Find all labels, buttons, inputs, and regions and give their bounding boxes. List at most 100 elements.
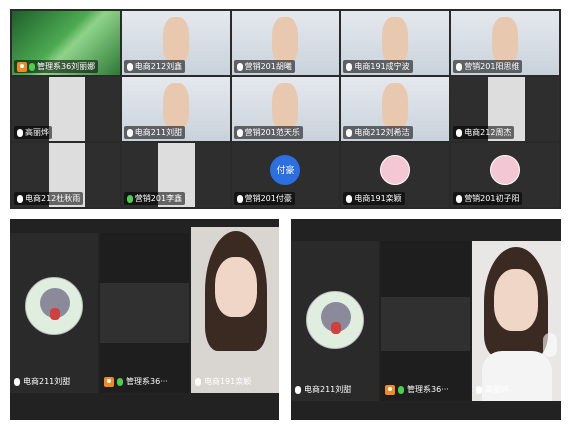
participant-label: 电商212周杰: [453, 126, 515, 139]
participant-label: 高丽烨: [14, 126, 52, 139]
video-top: [100, 233, 189, 283]
avatar: [25, 277, 83, 335]
participant-tile[interactable]: 营销201李鑫: [121, 143, 230, 207]
right-meeting-panel: 电商211刘甜 管理系36··· 高丽烨: [291, 219, 561, 420]
participant-tile[interactable]: 高丽烨: [472, 241, 561, 401]
mic-icon: [17, 128, 23, 137]
participant-tile[interactable]: 电商191成宁波: [341, 11, 450, 75]
participant-tile[interactable]: 电商211刘甜: [121, 77, 230, 141]
participant-name: 电商191栾颖: [354, 194, 402, 203]
mic-icon: [346, 128, 353, 137]
participant-name: 营销201胡曦: [244, 62, 292, 71]
side-menu-handle[interactable]: [543, 333, 557, 357]
participant-label: 电商211刘甜: [123, 126, 186, 139]
participant-name: 电商212刘鑫: [134, 62, 183, 71]
participant-tile[interactable]: 营销201胡曦: [231, 11, 340, 75]
participant-label: 营销201胡曦: [233, 60, 295, 73]
participant-tile[interactable]: 电商211刘甜: [10, 233, 98, 393]
participant-name: 高丽烨: [25, 128, 49, 137]
mic-icon: [456, 128, 463, 137]
participant-name: 管理系36···: [407, 385, 449, 394]
participant-tile[interactable]: 电商212杜秋雨: [12, 143, 120, 207]
participant-name: 营销201初子阳: [464, 194, 520, 203]
participant-tile[interactable]: 营销201初子阳: [451, 143, 559, 207]
participant-name: 电商212刘希洁: [354, 128, 410, 137]
avatar: [306, 291, 364, 349]
participant-name: 电商211刘甜: [304, 385, 352, 394]
participant-label: 营销201范天乐: [233, 126, 303, 139]
participant-tile[interactable]: 管理系36···: [100, 233, 189, 393]
mic-icon: [126, 194, 133, 203]
mic-icon: [346, 194, 353, 203]
participant-label: 营销201李鑫: [123, 192, 186, 205]
mic-icon: [195, 377, 201, 386]
face: [492, 17, 519, 63]
face: [162, 17, 189, 63]
participant-name: 营销201范天乐: [244, 128, 300, 137]
mic-icon: [17, 194, 23, 203]
left-meeting-panel: 电商211刘甜 管理系36··· 电商191栾颖: [10, 219, 279, 420]
mic-icon: [398, 385, 404, 394]
mic-icon: [117, 377, 123, 386]
participant-name: 高丽烨: [485, 385, 509, 394]
avatar: 付豪: [270, 154, 301, 185]
participant-label: 电商212刘希洁: [343, 126, 413, 139]
face: [215, 257, 257, 317]
participant-label: 高丽烨: [476, 384, 509, 395]
mic-icon: [236, 194, 243, 203]
host-badge-icon: [385, 384, 395, 395]
avatar: [490, 154, 521, 185]
host-badge-icon: [104, 376, 114, 387]
participant-tile[interactable]: 管理系36刘丽娜: [12, 11, 120, 75]
participant-tile[interactable]: 电商191栾颖: [341, 143, 450, 207]
participant-tile[interactable]: 付豪营销201付豪: [231, 143, 340, 207]
participant-tile[interactable]: 电商212刘鑫: [121, 11, 230, 75]
participant-label: 管理系36···: [385, 384, 449, 395]
mic-icon: [295, 385, 301, 394]
participant-tile[interactable]: 高丽烨: [12, 77, 120, 141]
participant-name: 营销201阳思维: [464, 62, 520, 71]
participant-tile[interactable]: 营销201阳思维: [451, 11, 559, 75]
face: [272, 17, 299, 63]
mic-icon: [456, 62, 463, 71]
host-badge-icon: [17, 61, 27, 72]
participant-label: 电商191栾颖: [343, 192, 405, 205]
mic-icon: [126, 62, 133, 71]
participant-label: 管理系36刘丽娜: [14, 60, 99, 73]
camera-frame: [48, 77, 86, 141]
mic-icon: [126, 128, 133, 137]
video-top: [381, 241, 470, 297]
face: [272, 83, 299, 129]
participant-name: 电商211刘甜: [23, 377, 71, 386]
participant-tile[interactable]: 管理系36···: [381, 241, 470, 401]
participant-label: 营销201付豪: [233, 192, 295, 205]
participant-label: 管理系36···: [104, 376, 168, 387]
participant-tile[interactable]: 电商212刘希洁: [341, 77, 450, 141]
face: [382, 83, 409, 129]
meeting-screenshot: 管理系36刘丽娜 电商212刘鑫 营销201胡曦 电商191成宁波 营销201阳思维高丽…: [0, 0, 571, 429]
face: [494, 269, 538, 331]
participant-tile[interactable]: 电商191栾颖: [191, 227, 279, 393]
mic-icon: [346, 62, 353, 71]
mic-icon: [236, 128, 243, 137]
mic-icon: [476, 385, 482, 394]
participant-label: 电商191成宁波: [343, 60, 413, 73]
participant-name: 营销201李鑫: [134, 194, 183, 203]
face: [162, 83, 189, 129]
participant-name: 电商211刘甜: [134, 128, 183, 137]
avatar: [380, 154, 411, 185]
participant-name: 营销201付豪: [244, 194, 292, 203]
participant-label: 电商212刘鑫: [123, 60, 186, 73]
face: [382, 17, 409, 63]
participant-grid: 管理系36刘丽娜 电商212刘鑫 营销201胡曦 电商191成宁波 营销201阳思维高丽…: [10, 9, 561, 209]
participant-name: 电商191栾颖: [204, 377, 252, 386]
participant-name: 电商212杜秋雨: [25, 194, 81, 203]
participant-tile[interactable]: 营销201范天乐: [231, 77, 340, 141]
participant-tile[interactable]: 电商211刘甜: [291, 241, 379, 401]
mic-icon: [14, 377, 20, 386]
mic-icon: [29, 62, 35, 71]
participant-name: 管理系36刘丽娜: [37, 62, 96, 71]
participant-label: 电商212杜秋雨: [14, 192, 84, 205]
participant-label: 电商191栾颖: [195, 376, 251, 387]
participant-tile[interactable]: 电商212周杰: [451, 77, 559, 141]
